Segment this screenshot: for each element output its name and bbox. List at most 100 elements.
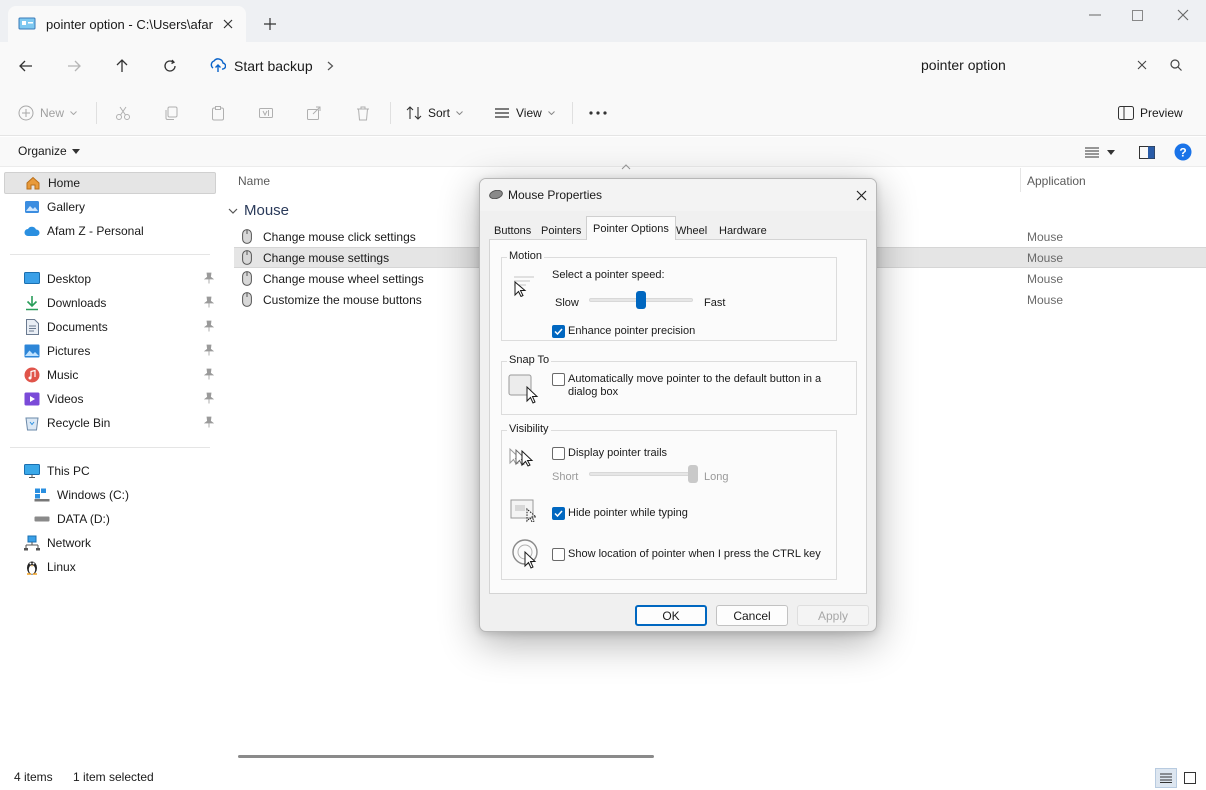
tab-hardware[interactable]: Hardware bbox=[714, 221, 772, 240]
chevron-right-icon[interactable] bbox=[327, 61, 334, 71]
help-button[interactable]: ? bbox=[1174, 143, 1192, 161]
sidebar-item-this-pc[interactable]: This PC bbox=[4, 460, 216, 482]
horizontal-scrollbar[interactable] bbox=[238, 755, 654, 758]
divider bbox=[572, 102, 573, 124]
sidebar-item-videos[interactable]: Videos bbox=[4, 388, 216, 410]
preview-button[interactable]: Preview bbox=[1118, 102, 1183, 124]
close-icon[interactable] bbox=[852, 186, 870, 204]
ctrl-locate-label[interactable]: Show location of pointer when I press th… bbox=[568, 548, 821, 560]
tab-pointer-options[interactable]: Pointer Options bbox=[586, 216, 676, 240]
column-divider[interactable] bbox=[1020, 168, 1021, 192]
change-view-button[interactable] bbox=[1085, 143, 1115, 161]
checkmark-icon bbox=[554, 510, 563, 517]
sidebar-item-gallery[interactable]: Gallery bbox=[4, 196, 216, 218]
back-button[interactable] bbox=[14, 54, 38, 78]
trash-icon bbox=[355, 105, 371, 121]
rename-button[interactable] bbox=[258, 102, 274, 124]
snap-to-checkbox[interactable] bbox=[552, 373, 565, 386]
sidebar-item-desktop[interactable]: Desktop bbox=[4, 268, 216, 290]
delete-button[interactable] bbox=[355, 102, 371, 124]
pin-icon[interactable] bbox=[204, 272, 214, 284]
view-list-icon bbox=[494, 105, 510, 121]
tab-buttons[interactable]: Buttons bbox=[489, 221, 536, 240]
refresh-button[interactable] bbox=[158, 54, 182, 78]
close-tab-icon[interactable] bbox=[220, 16, 236, 32]
view-button[interactable]: View bbox=[494, 102, 555, 124]
tab-wheel[interactable]: Wheel bbox=[671, 221, 712, 240]
sidebar-item-recycle-bin[interactable]: Recycle Bin bbox=[4, 412, 216, 434]
dialog-titlebar[interactable]: Mouse Properties bbox=[480, 179, 876, 211]
new-button[interactable]: New bbox=[18, 102, 77, 124]
search-value[interactable]: pointer option bbox=[921, 57, 1132, 73]
group-title: Mouse bbox=[244, 202, 290, 219]
apply-button[interactable]: Apply bbox=[797, 605, 869, 626]
pin-icon[interactable] bbox=[204, 344, 214, 356]
breadcrumb-label[interactable]: Start backup bbox=[234, 58, 313, 74]
chevron-down-icon[interactable] bbox=[228, 208, 238, 214]
search-input[interactable]: pointer option bbox=[906, 48, 1196, 82]
pointer-trails-label[interactable]: Display pointer trails bbox=[568, 447, 667, 459]
group-header[interactable]: Mouse bbox=[228, 202, 289, 219]
sort-button[interactable]: Sort bbox=[406, 102, 463, 124]
sidebar-item-home[interactable]: Home bbox=[4, 172, 216, 194]
column-header-application[interactable]: Application bbox=[1027, 174, 1086, 188]
cancel-button[interactable]: Cancel bbox=[716, 605, 788, 626]
snap-to-label[interactable]: Automatically move pointer to the defaul… bbox=[568, 373, 838, 399]
maximize-button[interactable] bbox=[1124, 4, 1150, 26]
divider bbox=[390, 102, 391, 124]
preview-pane-toggle[interactable] bbox=[1139, 143, 1155, 161]
pin-icon[interactable] bbox=[204, 368, 214, 380]
sidebar-item-downloads[interactable]: Downloads bbox=[4, 292, 216, 314]
sidebar-item-documents[interactable]: Documents bbox=[4, 316, 216, 338]
sidebar-item-windows-c[interactable]: Windows (C:) bbox=[4, 484, 216, 506]
organize-label: Organize bbox=[18, 144, 67, 158]
details-view-icon bbox=[1085, 147, 1099, 158]
hide-pointer-label[interactable]: Hide pointer while typing bbox=[568, 507, 688, 519]
up-button[interactable] bbox=[110, 54, 134, 78]
search-icon[interactable] bbox=[1166, 59, 1186, 71]
new-tab-button[interactable] bbox=[260, 14, 280, 34]
sidebar-item-music[interactable]: Music bbox=[4, 364, 216, 386]
pin-icon[interactable] bbox=[204, 320, 214, 332]
forward-button[interactable] bbox=[62, 54, 86, 78]
share-button[interactable] bbox=[306, 102, 322, 124]
ok-button[interactable]: OK bbox=[635, 605, 707, 626]
paste-button[interactable] bbox=[210, 102, 226, 124]
trail-length-track bbox=[589, 472, 693, 476]
minimize-button[interactable] bbox=[1082, 4, 1108, 26]
sidebar-item-onedrive[interactable]: Afam Z - Personal bbox=[4, 220, 216, 242]
item-application: Mouse bbox=[1027, 292, 1064, 307]
sidebar-item-linux[interactable]: Linux bbox=[4, 556, 216, 578]
linux-penguin-icon bbox=[24, 559, 40, 575]
item-application: Mouse bbox=[1027, 229, 1064, 244]
pointer-speed-slider[interactable] bbox=[636, 291, 646, 309]
pointer-trails-checkbox[interactable] bbox=[552, 447, 565, 460]
tab-pointers[interactable]: Pointers bbox=[536, 221, 586, 240]
sidebar-item-label: DATA (D:) bbox=[57, 512, 110, 526]
cut-button[interactable] bbox=[115, 102, 131, 124]
long-label: Long bbox=[704, 471, 729, 483]
details-view-toggle[interactable] bbox=[1155, 768, 1177, 788]
breadcrumb[interactable]: Start backup bbox=[210, 54, 334, 78]
pin-icon[interactable] bbox=[204, 296, 214, 308]
tiles-view-toggle[interactable] bbox=[1179, 768, 1201, 788]
organize-bar: Organize ? bbox=[0, 137, 1206, 167]
copy-button[interactable] bbox=[163, 102, 179, 124]
pin-icon[interactable] bbox=[204, 392, 214, 404]
enhance-precision-label[interactable]: Enhance pointer precision bbox=[568, 325, 695, 337]
sidebar-item-network[interactable]: Network bbox=[4, 532, 216, 554]
sidebar-item-data-d[interactable]: DATA (D:) bbox=[4, 508, 216, 530]
sidebar-item-pictures[interactable]: Pictures bbox=[4, 340, 216, 362]
ctrl-locate-checkbox[interactable] bbox=[552, 548, 565, 561]
close-window-button[interactable] bbox=[1170, 4, 1196, 26]
organize-button[interactable]: Organize bbox=[18, 144, 80, 158]
explorer-tab[interactable]: pointer option - C:\Users\afar bbox=[8, 6, 246, 42]
enhance-precision-checkbox[interactable] bbox=[552, 325, 565, 338]
clear-search-icon[interactable] bbox=[1132, 60, 1152, 70]
sort-icon bbox=[406, 105, 422, 121]
chevron-down-icon bbox=[547, 111, 555, 115]
hide-pointer-checkbox[interactable] bbox=[552, 507, 565, 520]
column-header-name[interactable]: Name bbox=[238, 174, 270, 188]
pin-icon[interactable] bbox=[204, 416, 214, 428]
more-options-button[interactable] bbox=[589, 102, 607, 124]
